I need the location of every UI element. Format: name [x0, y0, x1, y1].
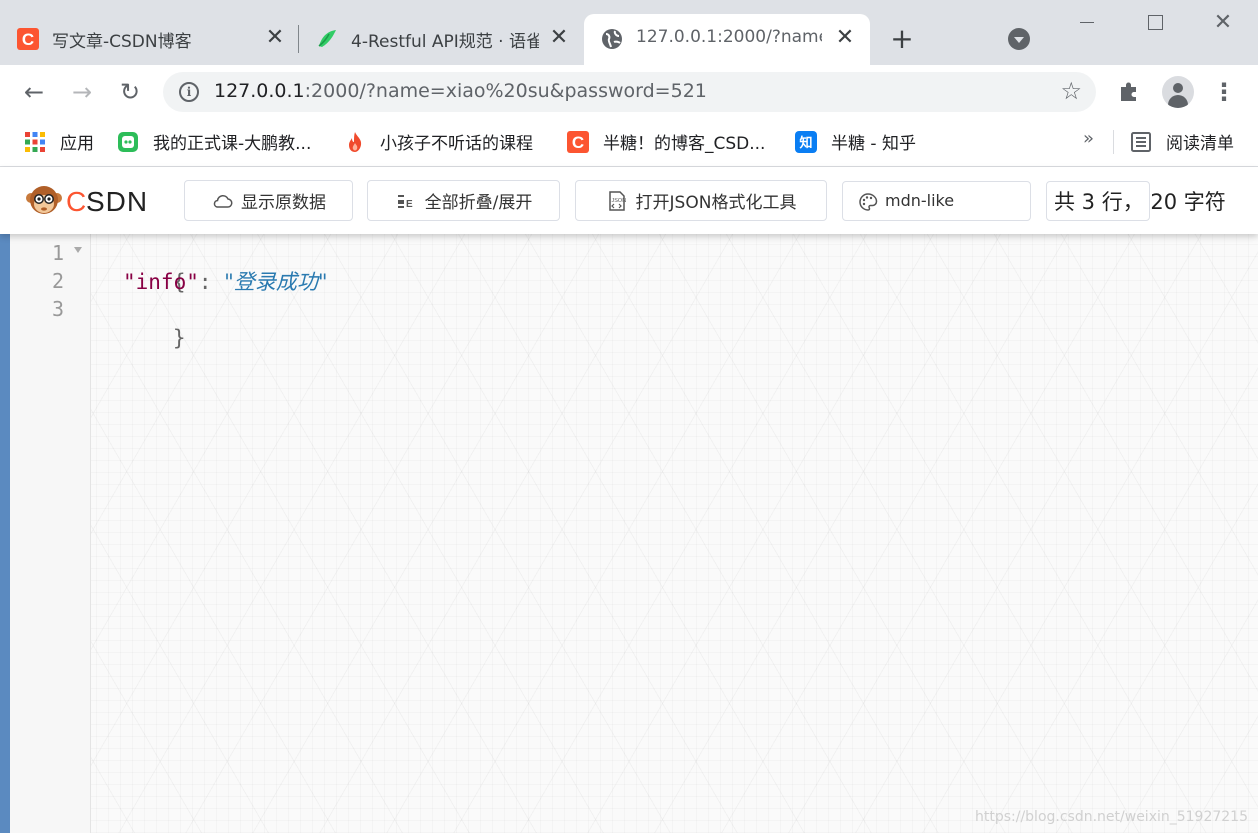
line-gutter: 1 2 3 — [10, 234, 91, 833]
json-key: "info" — [123, 270, 199, 294]
address-bar[interactable]: i 127.0.0.1:2000/?name=xiao%20su&passwor… — [163, 72, 1096, 112]
svg-text:C: C — [66, 186, 87, 217]
bookmark-label: 半糖 - 知乎 — [831, 134, 916, 154]
left-accent-bar — [0, 234, 10, 833]
csdn-favicon-icon: C — [17, 28, 39, 50]
url-path: :2000/?name=xiao%20su&password=521 — [304, 80, 707, 102]
bookmark-course[interactable]: 我的正式课-大鹏教... — [117, 120, 311, 163]
line-char-count: 共 3 行， 20 字符 — [1054, 190, 1226, 214]
bookmark-label: 应用 — [60, 134, 94, 154]
flame-icon — [349, 131, 362, 152]
tab-close-icon[interactable]: ✕ — [832, 25, 858, 51]
browser-menu-icon[interactable]: ⋮ — [1212, 77, 1236, 107]
reading-list-icon — [1131, 131, 1151, 152]
line-number: 1 — [51, 241, 64, 265]
tab-title: 写文章-CSDN博客 — [52, 32, 192, 52]
maximize-button[interactable] — [1132, 10, 1178, 36]
code-line-1: { — [97, 240, 186, 294]
tab-localhost[interactable]: 127.0.0.1:2000/?name=xiao%20su&password=… — [584, 14, 870, 65]
green-course-icon — [118, 131, 138, 152]
json-string-value: "登录成功" — [224, 270, 328, 294]
url-text[interactable]: 127.0.0.1:2000/?name=xiao%20su&password=… — [214, 80, 707, 102]
bookmark-label: 我的正式课-大鹏教... — [153, 134, 312, 154]
yuque-bird-icon — [318, 30, 336, 47]
collapse-expand-label: 全部折叠/展开 — [424, 193, 533, 213]
json-viewer-toolbar: C SDN 显示原数据 E 全部折叠/展开 JSON 打开JSON格式化工具 m… — [0, 167, 1258, 234]
theme-value: mdn-like — [885, 191, 955, 210]
forward-button[interactable]: → — [67, 77, 97, 107]
minimize-button[interactable] — [1064, 10, 1110, 36]
tab-yuque-restful[interactable]: 4-Restful API规范 · 语雀 ✕ — [299, 14, 584, 65]
globe-icon — [602, 29, 622, 49]
close-brace: } — [172, 326, 186, 350]
url-host: 127.0.0.1 — [214, 80, 305, 102]
bookmarks-bar: 应用 我的正式课-大鹏教... 小孩子不听话的课程 C 半糖！的博客_CSD..… — [0, 120, 1258, 167]
bookmarks-divider — [1113, 130, 1114, 154]
open-formatter-label: 打开JSON格式化工具 — [635, 193, 797, 213]
csdn-icon: C — [567, 130, 589, 153]
fold-arrow-icon[interactable] — [74, 247, 82, 253]
line-number: 3 — [51, 297, 64, 321]
back-button[interactable]: ← — [19, 77, 49, 107]
reading-list-label: 阅读清单 — [1166, 134, 1234, 154]
svg-text:知: 知 — [799, 135, 812, 151]
open-json-formatter-button[interactable]: JSON 打开JSON格式化工具 — [575, 180, 827, 221]
svg-text:SDN: SDN — [86, 186, 148, 217]
bookmark-label: 半糖！的博客_CSD... — [603, 134, 766, 154]
reading-list-button[interactable]: 阅读清单 — [1130, 120, 1234, 163]
apps-grid-icon — [25, 131, 45, 152]
line-number: 2 — [51, 269, 64, 293]
code-line-3: } — [97, 296, 186, 350]
svg-text:E: E — [406, 199, 413, 210]
new-tab-button[interactable]: + — [886, 24, 918, 56]
collapse-expand-button[interactable]: E 全部折叠/展开 — [367, 180, 560, 221]
reload-button[interactable]: ↻ — [115, 77, 145, 107]
watermark: https://blog.csdn.net/weixin_51927215 — [974, 809, 1248, 825]
avatar-body — [1168, 95, 1188, 108]
svg-text:C: C — [22, 30, 34, 49]
svg-text:C: C — [572, 133, 584, 152]
bookmark-kids-course[interactable]: 小孩子不听话的课程 — [344, 120, 533, 163]
show-raw-label: 显示原数据 — [241, 193, 326, 213]
more-bookmarks-chevron-icon[interactable]: » — [1083, 128, 1094, 149]
site-info-icon[interactable]: i — [179, 82, 199, 102]
browser-toolbar: ← → ↻ i 127.0.0.1:2000/?name=xiao%20su&p… — [0, 65, 1258, 120]
tab-title: 4-Restful API规范 · 语雀 — [351, 32, 539, 52]
show-raw-button[interactable]: 显示原数据 — [184, 180, 353, 221]
avatar-head — [1173, 83, 1183, 93]
cloud-icon — [213, 194, 233, 208]
zhihu-icon: 知 — [795, 130, 817, 153]
profile-avatar[interactable] — [1162, 76, 1194, 108]
bookmark-star-icon[interactable]: ☆ — [1060, 78, 1082, 104]
bookmark-apps[interactable]: 应用 — [24, 120, 94, 163]
tab-strip: C 写文章-CSDN博客 ✕ 4-Restful API规范 · 语雀 ✕ 12… — [0, 0, 1258, 65]
collapse-tree-icon: E — [397, 194, 413, 210]
svg-text:JSON: JSON — [611, 198, 626, 204]
code-line-2: "info": "登录成功" — [123, 268, 327, 296]
window-close-button[interactable]: ✕ — [1200, 10, 1246, 36]
bookmark-csdn-blog[interactable]: C 半糖！的博客_CSD... — [567, 120, 765, 163]
tab-close-icon[interactable]: ✕ — [546, 25, 572, 51]
json-colon: : — [198, 270, 225, 294]
bookmark-label: 小孩子不听话的课程 — [380, 134, 533, 154]
palette-icon — [859, 193, 878, 211]
tab-csdn-write[interactable]: C 写文章-CSDN博客 ✕ — [0, 14, 298, 65]
extensions-puzzle-icon[interactable] — [1117, 80, 1141, 104]
tab-search-icon[interactable] — [1008, 28, 1030, 50]
tab-title: 127.0.0.1:2000/?name=xiao%20su&password=… — [636, 27, 822, 47]
theme-select[interactable]: mdn-like — [842, 181, 1031, 221]
csdn-logo: C SDN — [26, 186, 148, 217]
json-editor[interactable]: 1 2 3 { "info": "登录成功" } https://blog.cs… — [0, 234, 1258, 833]
tab-close-icon[interactable]: ✕ — [262, 25, 288, 51]
bookmark-zhihu[interactable]: 知 半糖 - 知乎 — [795, 120, 916, 163]
json-file-icon: JSON — [608, 190, 626, 211]
